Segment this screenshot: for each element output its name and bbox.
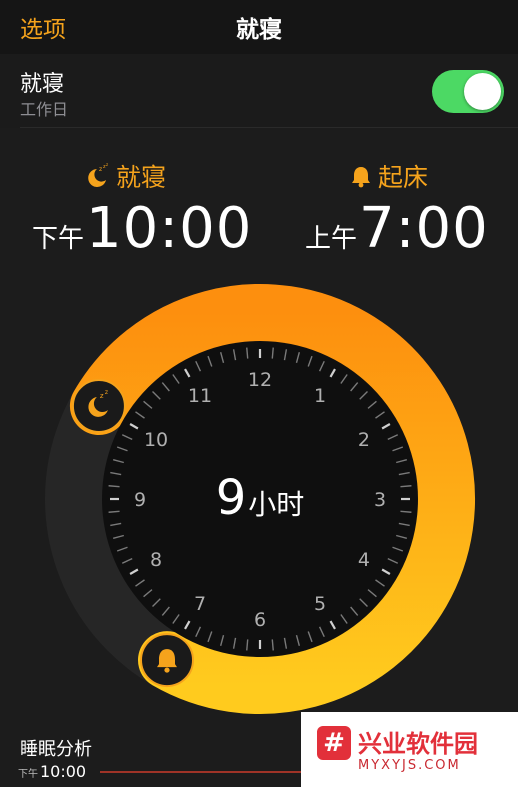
hour-label-12: 12 — [248, 369, 272, 391]
hour-label-2: 2 — [358, 429, 370, 451]
hour-label-9: 9 — [134, 489, 146, 511]
hour-label-3: 3 — [374, 489, 386, 511]
analysis-time-value: 10:00 — [40, 762, 87, 781]
hour-label-8: 8 — [150, 549, 162, 571]
hour-label-11: 11 — [188, 385, 212, 407]
analysis-time-prefix: 下午 — [18, 769, 38, 780]
bedtime-handle[interactable]: z z — [71, 379, 126, 433]
svg-text:z: z — [105, 389, 108, 396]
hour-label-10: 10 — [144, 429, 168, 451]
clock-tick — [271, 639, 274, 651]
clock-tick — [246, 347, 249, 359]
hour-label-4: 4 — [358, 549, 370, 571]
svg-text:z: z — [100, 392, 104, 400]
analysis-timeline — [100, 771, 310, 773]
duration-unit: 小时 — [248, 488, 304, 521]
hour-label-5: 5 — [314, 593, 326, 615]
clock-tick — [108, 510, 120, 513]
hour-label-6: 6 — [254, 609, 266, 631]
clock-tick — [246, 639, 249, 651]
clock-tick — [271, 347, 274, 359]
duration-value: 9 — [216, 470, 247, 526]
sleep-analysis-title: 睡眠分析 — [20, 739, 92, 760]
clock-tick — [400, 510, 412, 513]
clock-tick — [400, 485, 412, 488]
watermark-url: MYXYJS.COM — [358, 758, 461, 773]
watermark-logo: # 兴业软件园 MYXYJS.COM — [301, 712, 518, 787]
sleep-clock-dial[interactable]: 121234567891011 z z 9小时 — [0, 0, 518, 787]
analysis-time: 下午 10:00 — [18, 762, 86, 781]
hour-label-1: 1 — [314, 385, 326, 407]
watermark-title: 兴业软件园 — [358, 730, 478, 758]
watermark-badge: # — [317, 726, 351, 760]
hour-label-7: 7 — [194, 593, 206, 615]
wake-handle[interactable] — [140, 633, 194, 688]
clock-tick — [108, 485, 120, 488]
